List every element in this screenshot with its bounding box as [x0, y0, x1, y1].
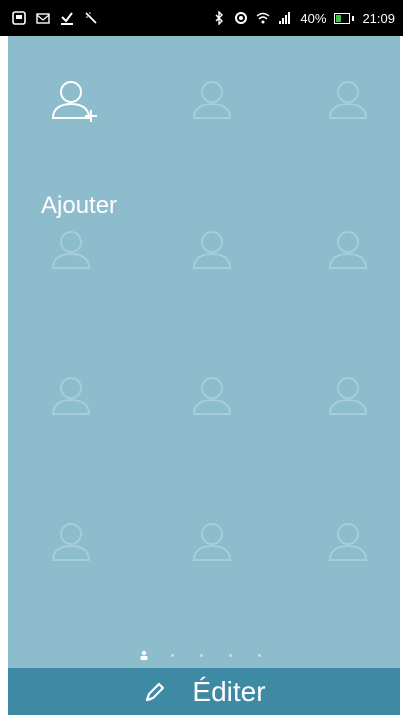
page-dot[interactable]	[158, 649, 187, 661]
page-dot[interactable]	[216, 649, 245, 661]
mail-icon	[36, 13, 50, 24]
placeholder-avatar-icon[interactable]	[186, 518, 246, 578]
placeholder-avatar-icon[interactable]	[45, 372, 105, 432]
bluetooth-icon	[215, 11, 224, 25]
battery-percent: 40%	[300, 10, 327, 26]
magic-wand-icon	[85, 12, 97, 24]
battery-body	[334, 12, 351, 24]
placeholder-avatar-icon[interactable]	[186, 76, 246, 136]
contacts-grid: Ajouter	[8, 36, 400, 668]
page-dot[interactable]	[245, 649, 274, 661]
edit-label: Éditer	[192, 675, 266, 707]
notification-icon	[12, 11, 26, 25]
placeholder-avatar-icon[interactable]	[186, 226, 246, 286]
placeholder-avatar-icon[interactable]	[322, 226, 382, 286]
status-bar: 40% 21:09	[0, 0, 403, 36]
sync-icon	[235, 12, 248, 24]
clock: 21:09	[362, 10, 395, 26]
signal-icon	[279, 12, 291, 24]
placeholder-avatar-icon[interactable]	[186, 372, 246, 432]
placeholder-avatar-icon[interactable]	[45, 518, 105, 578]
page-dot-active[interactable]	[129, 649, 158, 661]
battery-tip	[352, 15, 355, 21]
check-icon	[61, 12, 73, 25]
placeholder-avatar-icon[interactable]	[322, 76, 382, 136]
pencil-icon	[146, 682, 165, 701]
placeholder-avatar-icon[interactable]	[45, 226, 105, 286]
placeholder-avatar-icon[interactable]	[322, 372, 382, 432]
person-icon	[140, 650, 147, 660]
battery-icon	[334, 12, 355, 24]
add-contact-label[interactable]: Ajouter	[41, 192, 117, 220]
edit-button[interactable]: Éditer	[8, 668, 400, 715]
page-dot[interactable]	[187, 649, 216, 661]
placeholder-avatar-icon[interactable]	[322, 518, 382, 578]
status-right-icons: 40% 21:09	[212, 11, 395, 26]
add-contact-button[interactable]	[8, 76, 128, 196]
battery-level-fill	[336, 14, 342, 22]
status-left-icons	[12, 11, 98, 25]
page-indicator	[0, 649, 403, 661]
add-contact-icon	[51, 81, 97, 122]
phone-screen: 40% 21:09 Ajouter Éditer	[0, 0, 403, 715]
wifi-icon	[256, 12, 270, 24]
